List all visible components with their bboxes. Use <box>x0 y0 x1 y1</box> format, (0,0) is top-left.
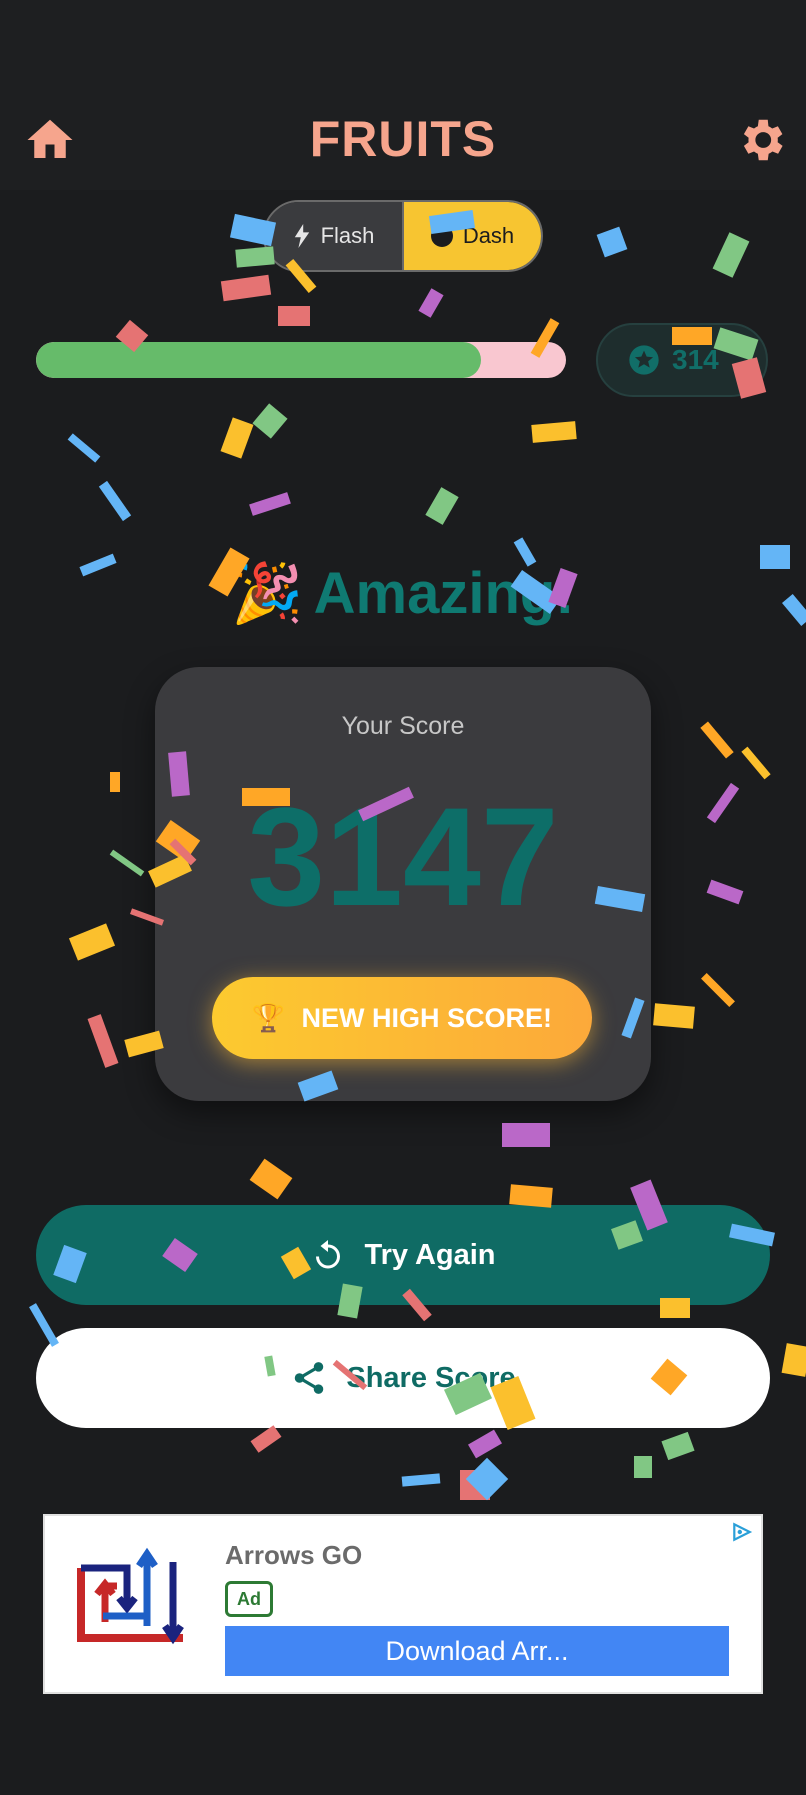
party-popper-icon: 🎉 <box>231 561 304 626</box>
score-card: Your Score 3147 🏆 NEW HIGH SCORE! <box>155 667 651 1101</box>
mode-option-flash[interactable]: Flash <box>265 202 404 270</box>
share-score-label: Share Score <box>346 1361 516 1394</box>
score-pill: 314 <box>596 323 768 397</box>
celebration-heading: 🎉 Amazing! <box>0 560 806 628</box>
mode-flash-label: Flash <box>320 223 375 248</box>
mode-dash-label: Dash <box>462 223 515 248</box>
star-icon <box>629 345 659 375</box>
ad-choices-icon[interactable] <box>731 1522 753 1542</box>
score-label: Your Score <box>341 712 465 740</box>
trophy-icon: 🏆 <box>251 1003 286 1033</box>
ad-title: Arrows GO <box>225 1540 363 1570</box>
top-bar: FRUITS <box>0 0 806 190</box>
celebration-text: Amazing! <box>313 561 575 626</box>
ad-banner[interactable]: Arrows GO Ad Download Arr... <box>43 1514 763 1694</box>
gear-icon[interactable] <box>734 113 788 167</box>
share-score-button[interactable]: Share Score <box>36 1328 770 1428</box>
dash-icon <box>430 225 453 247</box>
try-again-label: Try Again <box>364 1238 496 1271</box>
share-icon <box>295 1362 324 1394</box>
score-value: 3147 <box>247 778 559 935</box>
mode-toggle: Flash Dash <box>263 200 543 272</box>
try-again-button[interactable]: Try Again <box>36 1205 770 1305</box>
app-title: FRUITS <box>309 111 497 167</box>
high-score-text: NEW HIGH SCORE! <box>301 1002 553 1033</box>
flash-icon <box>294 224 309 248</box>
new-high-score-badge: 🏆 NEW HIGH SCORE! <box>212 977 592 1059</box>
arrows-go-logo <box>77 1547 184 1645</box>
progress-fill <box>36 342 482 378</box>
mode-option-dash[interactable]: Dash <box>404 202 541 270</box>
ad-download-button[interactable]: Download Arr... <box>225 1626 729 1676</box>
refresh-icon <box>316 1240 341 1269</box>
progress-bar <box>36 342 566 378</box>
ad-label-badge: Ad <box>225 1581 273 1617</box>
score-pill-value: 314 <box>672 344 719 375</box>
